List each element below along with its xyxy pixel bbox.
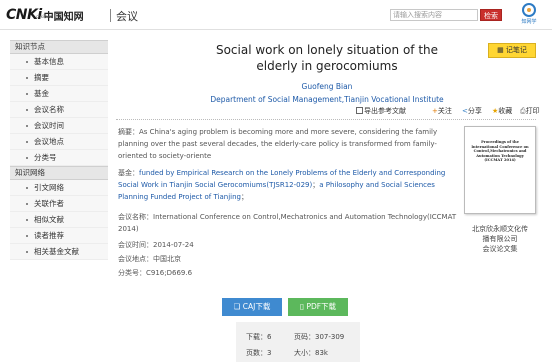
publisher-info[interactable]: 北京欣永顺文化传 播有限公司 会议论文集 — [458, 224, 542, 254]
fund-end: ； — [240, 193, 248, 201]
file-size: 大小：83k — [294, 348, 328, 358]
place-value: 中国北京 — [153, 255, 181, 263]
cover-text: Proceedings of the International Confere… — [471, 140, 529, 163]
class-value: C916;D669.6 — [146, 269, 193, 277]
note-icon: ▦ — [497, 46, 506, 54]
abstract-text: As China's aging problem is becoming mor… — [118, 128, 438, 160]
fund-info: 基金：funded by Empirical Research on the L… — [118, 167, 458, 203]
classification: 分类号：C916;D669.6 — [118, 268, 418, 278]
caj-download-button[interactable]: ❏ CAJ下载 — [222, 298, 282, 316]
sidebar-group-knowledge-nodes: 知识节点 — [10, 40, 108, 54]
sidebar-item-basic-info[interactable]: 基本信息 — [10, 54, 108, 70]
article-toolbar: 导出参考文献 +关注 <分享 ★收藏 ⎙打印 — [300, 106, 540, 118]
page-count-value: 3 — [267, 349, 272, 357]
file-size-label: 大小： — [294, 349, 315, 357]
export-references-button[interactable]: 导出参考文献 — [356, 106, 406, 116]
top-header: CNKi 中国知网 cnki.net 会议 请输入搜索内容 检索 知网学 — [0, 0, 552, 30]
time-value: 2014-07-24 — [153, 241, 194, 249]
abstract: 摘要：As China's aging problem is becoming … — [118, 126, 458, 162]
proceedings-cover-thumbnail[interactable]: Proceedings of the International Confere… — [464, 126, 536, 214]
download-count-value: 6 — [267, 333, 272, 341]
file-size-value: 83k — [315, 349, 328, 357]
publisher-line-2: 播有限公司 — [482, 235, 518, 243]
class-label: 分类号： — [118, 269, 146, 277]
zhiwangxue-label: 知网学 — [521, 19, 537, 25]
follow-label: 关注 — [437, 107, 452, 115]
fund-label: 基金： — [118, 169, 139, 177]
sidebar-item-conference-place[interactable]: 会议地点 — [10, 134, 108, 150]
search-button[interactable]: 检索 — [480, 9, 502, 21]
follow-button[interactable]: +关注 — [432, 106, 452, 116]
pdf-download-button[interactable]: ▯ PDF下载 — [288, 298, 348, 316]
download-count: 下载：6 — [246, 332, 271, 342]
paper-affiliation[interactable]: Department of Social Management,Tianjin … — [200, 95, 454, 104]
divider — [116, 119, 536, 120]
sidebar-item-conference-name[interactable]: 会议名称 — [10, 102, 108, 118]
pdf-download-label: PDF下载 — [306, 302, 337, 311]
publisher-line-1: 北京欣永顺文化传 — [472, 225, 528, 233]
download-count-label: 下载： — [246, 333, 267, 341]
header-divider — [110, 9, 111, 22]
book-icon: ❏ — [233, 302, 243, 311]
favorite-label: 收藏 — [498, 107, 513, 115]
take-notes-label: 记笔记 — [505, 46, 527, 54]
paper-author[interactable]: Guofeng Bian — [200, 82, 454, 91]
publisher-line-3: 会议论文集 — [482, 245, 518, 253]
page-count: 页数：3 — [246, 348, 271, 358]
print-label: 打印 — [525, 107, 540, 115]
sidebar-item-similar-docs[interactable]: 相似文献 — [10, 212, 108, 228]
favorite-button[interactable]: ★收藏 — [492, 106, 512, 116]
conference-time: 会议时间：2014-07-24 — [118, 240, 418, 250]
paper-title: Social work on lonely situation of the e… — [215, 43, 439, 73]
share-label: 分享 — [467, 107, 482, 115]
take-notes-button[interactable]: ▦ 记笔记 — [488, 43, 536, 58]
page-range-value: 307-309 — [315, 333, 345, 341]
share-button[interactable]: <分享 — [462, 106, 482, 116]
sidebar-item-related-fund-docs[interactable]: 相关基金文献 — [10, 244, 108, 260]
sidebar-item-related-authors[interactable]: 关联作者 — [10, 196, 108, 212]
place-label: 会议地点： — [118, 255, 153, 263]
sidebar-item-fund[interactable]: 基金 — [10, 86, 108, 102]
conference-value[interactable]: International Conference on Control,Mech… — [118, 213, 456, 233]
sidebar-item-citation-network[interactable]: 引文网络 — [10, 180, 108, 196]
sidebar-item-classification[interactable]: 分类号 — [10, 150, 108, 166]
page: CNKi 中国知网 cnki.net 会议 请输入搜索内容 检索 知网学 知识节… — [0, 0, 552, 364]
sidebar-group-knowledge-network: 知识网络 — [10, 166, 108, 180]
search-input[interactable]: 请输入搜索内容 — [390, 9, 478, 21]
conference-label: 会议名称： — [118, 213, 153, 221]
section-title: 会议 — [116, 10, 138, 23]
time-label: 会议时间： — [118, 241, 153, 249]
export-label: 导出参考文献 — [364, 107, 406, 115]
sidebar-item-conference-time[interactable]: 会议时间 — [10, 118, 108, 134]
page-count-label: 页数： — [246, 349, 267, 357]
sidebar-item-reader-recommend[interactable]: 读者推荐 — [10, 228, 108, 244]
zhiwangxue-logo[interactable]: 知网学 — [516, 3, 542, 29]
page-range: 页码：307-309 — [294, 332, 344, 342]
page-range-label: 页码： — [294, 333, 315, 341]
sidebar-item-abstract[interactable]: 摘要 — [10, 70, 108, 86]
caj-download-label: CAJ下载 — [242, 302, 271, 311]
abstract-label: 摘要： — [118, 128, 139, 136]
export-icon — [356, 107, 363, 114]
logo-subtitle: cnki.net — [36, 14, 52, 19]
sidebar: 知识节点 基本信息 摘要 基金 会议名称 会议时间 会议地点 分类号 知识网络 … — [10, 40, 108, 288]
conference-place: 会议地点：中国北京 — [118, 254, 418, 264]
conference-name: 会议名称：International Conference on Control… — [118, 211, 458, 235]
stats-panel: 下载：6 页码：307-309 页数：3 大小：83k — [236, 322, 360, 362]
print-button[interactable]: ⎙打印 — [520, 106, 540, 116]
zhiwangxue-icon — [522, 3, 536, 17]
